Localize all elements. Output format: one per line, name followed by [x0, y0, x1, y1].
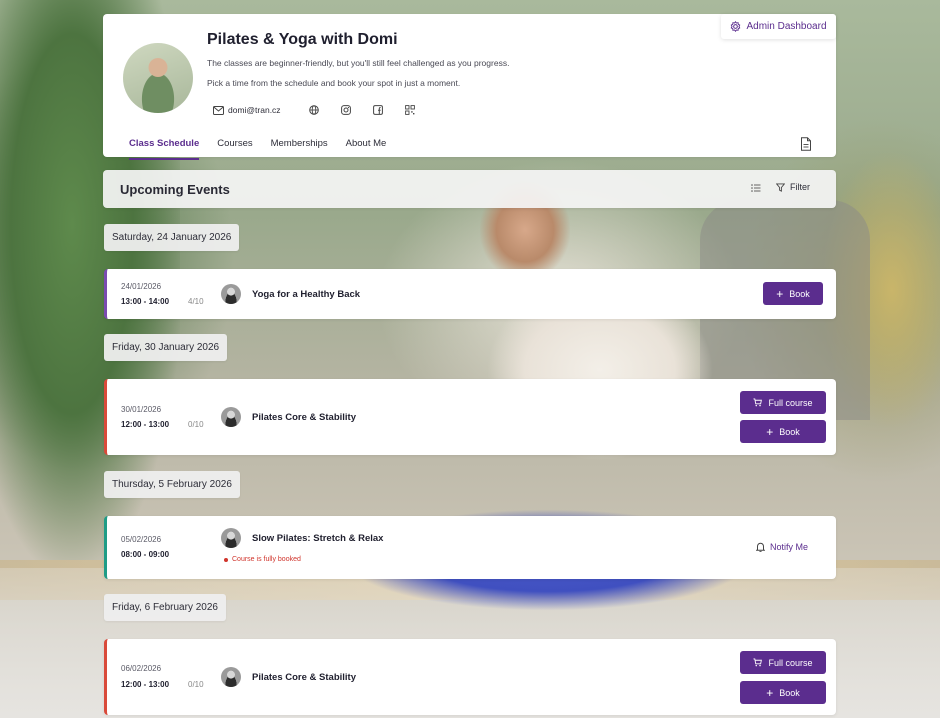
- full-course-label: Full course: [768, 397, 813, 408]
- cart-icon: [753, 398, 763, 407]
- alert-dot-icon: [224, 557, 228, 562]
- mail-icon: [213, 105, 224, 115]
- event-title[interactable]: Slow Pilates: Stretch & Relax: [252, 533, 383, 544]
- event-title[interactable]: Yoga for a Healthy Back: [252, 289, 360, 300]
- instructor-avatar-small: [221, 528, 241, 548]
- bell-icon: [756, 542, 765, 552]
- book-button[interactable]: + Book: [763, 282, 823, 305]
- fully-booked-text: Course is fully booked: [232, 556, 301, 563]
- event-date: 05/02/2026: [121, 535, 162, 544]
- event-spots: 4/10: [188, 297, 204, 306]
- full-course-button[interactable]: Full course: [740, 651, 826, 674]
- admin-dashboard-button[interactable]: Admin Dashboard: [721, 14, 836, 39]
- event-card: 24/01/2026 13:00 - 14:00 4/10 Yoga for a…: [104, 269, 836, 319]
- notify-me-button[interactable]: Notify Me: [756, 542, 808, 552]
- plus-icon: +: [766, 424, 774, 439]
- facebook-icon: [372, 105, 383, 115]
- plus-icon: +: [766, 685, 774, 700]
- filter-label: Filter: [790, 182, 810, 192]
- fully-booked-note: Course is fully booked: [224, 556, 301, 563]
- event-card: 06/02/2026 12:00 - 13:00 0/10 Pilates Co…: [104, 639, 836, 715]
- instructor-avatar-small: [221, 667, 241, 687]
- qr-icon: [404, 105, 415, 115]
- event-spots: 0/10: [188, 680, 204, 689]
- tab-memberships[interactable]: Memberships: [271, 138, 328, 160]
- event-time: 12:00 - 13:00: [121, 680, 170, 689]
- date-header: Thursday, 5 February 2026: [104, 471, 240, 498]
- event-date: 30/01/2026: [121, 405, 162, 414]
- profile-description-line1: The classes are beginner-friendly, but y…: [207, 58, 510, 68]
- page-title: Pilates & Yoga with Domi: [207, 31, 398, 48]
- event-card: 30/01/2026 12:00 - 13:00 0/10 Pilates Co…: [104, 379, 836, 455]
- full-course-label: Full course: [768, 657, 813, 668]
- date-header: Friday, 6 February 2026: [104, 594, 226, 621]
- event-time: 12:00 - 13:00: [121, 420, 170, 429]
- event-card: 05/02/2026 08:00 - 09:00 Slow Pilates: S…: [104, 516, 836, 579]
- tab-about-me[interactable]: About Me: [346, 138, 387, 160]
- plus-icon: +: [776, 286, 784, 301]
- instructor-avatar-small: [221, 284, 241, 304]
- filter-button[interactable]: Filter: [776, 182, 810, 192]
- notify-me-label: Notify Me: [770, 542, 809, 552]
- profile-description-line2: Pick a time from the schedule and book y…: [207, 78, 461, 88]
- book-button[interactable]: + Book: [740, 420, 826, 443]
- email-text: domi@tran.cz: [228, 105, 281, 115]
- document-icon[interactable]: [800, 137, 812, 151]
- facebook-link[interactable]: [372, 102, 383, 118]
- gear-icon: [731, 21, 741, 32]
- admin-dashboard-label: Admin Dashboard: [746, 21, 827, 32]
- event-date: 24/01/2026: [121, 282, 162, 291]
- tab-bar: Class Schedule Courses Memberships About…: [129, 138, 386, 160]
- book-label: Book: [779, 426, 800, 437]
- tab-courses[interactable]: Courses: [217, 138, 252, 160]
- email-link[interactable]: domi@tran.cz: [213, 102, 281, 118]
- filter-icon: [776, 182, 785, 192]
- book-label: Book: [779, 687, 800, 698]
- upcoming-events-header: Upcoming Events Filter: [103, 170, 836, 208]
- event-time: 13:00 - 14:00: [121, 297, 170, 306]
- book-button[interactable]: + Book: [740, 681, 826, 704]
- instagram-icon: [340, 105, 351, 115]
- event-spots: 0/10: [188, 420, 204, 429]
- globe-icon: [308, 105, 319, 115]
- date-header: Saturday, 24 January 2026: [104, 224, 240, 251]
- tab-class-schedule[interactable]: Class Schedule: [129, 138, 200, 160]
- website-link[interactable]: [308, 102, 319, 118]
- cart-icon: [753, 658, 763, 667]
- instructor-avatar-small: [221, 407, 241, 427]
- instagram-link[interactable]: [340, 102, 351, 118]
- event-date: 06/02/2026: [121, 664, 162, 673]
- section-title: Upcoming Events: [120, 182, 230, 197]
- event-title[interactable]: Pilates Core & Stability: [252, 412, 356, 423]
- event-title[interactable]: Pilates Core & Stability: [252, 672, 356, 683]
- book-label: Book: [789, 288, 810, 299]
- list-view-icon[interactable]: [751, 183, 761, 193]
- event-time: 08:00 - 09:00: [121, 550, 170, 559]
- instructor-avatar: [123, 43, 193, 113]
- qr-link[interactable]: [404, 102, 415, 118]
- date-header: Friday, 30 January 2026: [104, 334, 228, 361]
- full-course-button[interactable]: Full course: [740, 391, 826, 414]
- contact-links: domi@tran.cz: [207, 102, 437, 118]
